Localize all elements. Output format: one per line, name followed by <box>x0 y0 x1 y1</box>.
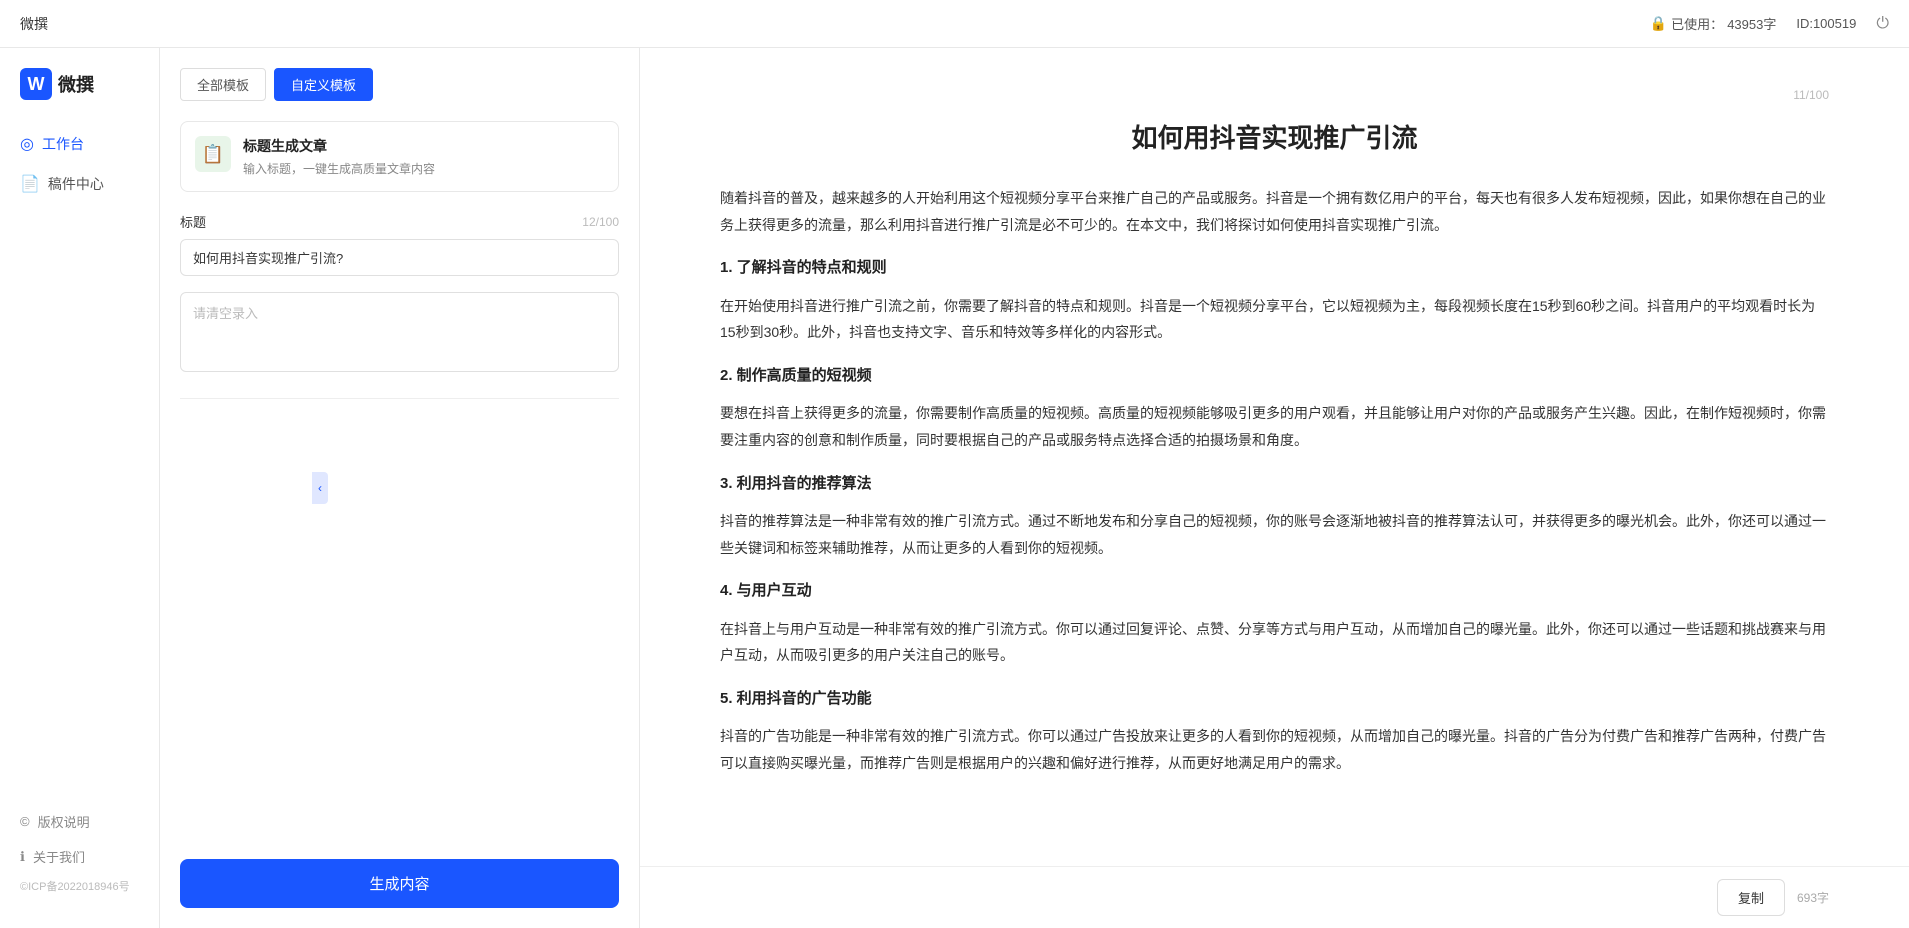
article-paragraph: 抖音的广告功能是一种非常有效的推广引流方式。你可以通过广告投放来让更多的人看到你… <box>720 723 1829 776</box>
field-title-label-row: 标题 12/100 <box>180 212 619 231</box>
field-title-label: 标题 <box>180 212 206 231</box>
sidebar-nav: ◎ 工作台 📄 稿件中心 <box>0 124 159 204</box>
extra-field-placeholder[interactable]: 请清空录入 <box>180 292 619 372</box>
divider <box>180 398 619 399</box>
main-layout: W 微撰 ◎ 工作台 📄 稿件中心 © 版权说明 ℹ <box>0 48 1909 928</box>
article-content: 11/100 如何用抖音实现推广引流 随着抖音的普及，越来越多的人开始利用这个短… <box>640 48 1909 866</box>
topbar-right: 🔒 已使用： 43953字 ID:100519 ⏻ <box>1650 14 1889 33</box>
article-paragraph: 在抖音上与用户互动是一种非常有效的推广引流方式。你可以通过回复评论、点赞、分享等… <box>720 616 1829 669</box>
article-heading: 5. 利用抖音的广告功能 <box>720 685 1829 714</box>
right-panel-footer: 复制 693字 <box>640 866 1909 928</box>
left-panel: 全部模板 自定义模板 📋 标题生成文章 输入标题，一键生成高质量文章内容 标题 … <box>160 48 640 928</box>
about-icon: ℹ <box>20 849 25 865</box>
template-tabs: 全部模板 自定义模板 <box>180 68 619 101</box>
field-title-count: 12/100 <box>582 215 619 229</box>
sidebar-item-drafts-label: 稿件中心 <box>48 174 104 194</box>
sidebar-item-drafts[interactable]: 📄 稿件中心 <box>0 164 159 204</box>
extra-placeholder-text: 请清空录入 <box>193 306 258 321</box>
topbar: 微撰 🔒 已使用： 43953字 ID:100519 ⏻ <box>0 0 1909 48</box>
article-heading: 1. 了解抖音的特点和规则 <box>720 254 1829 283</box>
right-panel: 11/100 如何用抖音实现推广引流 随着抖音的普及，越来越多的人开始利用这个短… <box>640 48 1909 928</box>
sidebar-item-copyright[interactable]: © 版权说明 <box>0 804 159 839</box>
topbar-id: ID:100519 <box>1796 16 1856 31</box>
template-info: 标题生成文章 输入标题，一键生成高质量文章内容 <box>243 136 604 177</box>
generate-button[interactable]: 生成内容 <box>180 859 619 908</box>
copyright-label: 版权说明 <box>38 812 90 831</box>
title-input[interactable] <box>180 239 619 276</box>
article-paragraph: 要想在抖音上获得更多的流量，你需要制作高质量的短视频。高质量的短视频能够吸引更多… <box>720 400 1829 453</box>
power-icon[interactable]: ⏻ <box>1876 15 1889 33</box>
content-area: ‹ 全部模板 自定义模板 📋 标题生成文章 输入标题，一键生成高质量文章内容 标… <box>160 48 1909 928</box>
topbar-usage: 🔒 已使用： 43953字 <box>1650 14 1777 33</box>
sidebar-logo: W 微撰 <box>0 68 159 124</box>
article-title: 如何用抖音实现推广引流 <box>720 118 1829 155</box>
article-paragraph: 在开始使用抖音进行推广引流之前，你需要了解抖音的特点和规则。抖音是一个短视频分享… <box>720 293 1829 346</box>
logo-text: 微撰 <box>58 71 94 97</box>
tab-custom-templates[interactable]: 自定义模板 <box>274 68 373 101</box>
icp-text: ©ICP备2022018946号 <box>0 874 159 898</box>
article-heading: 3. 利用抖音的推荐算法 <box>720 470 1829 499</box>
sidebar: W 微撰 ◎ 工作台 📄 稿件中心 © 版权说明 ℹ <box>0 48 160 928</box>
usage-count: 43953字 <box>1727 14 1776 33</box>
collapse-arrow[interactable]: ‹ <box>312 472 328 504</box>
topbar-title: 微撰 <box>20 14 48 34</box>
template-card[interactable]: 📋 标题生成文章 输入标题，一键生成高质量文章内容 <box>180 121 619 192</box>
article-page-count: 11/100 <box>720 88 1829 102</box>
template-desc: 输入标题，一键生成高质量文章内容 <box>243 160 604 177</box>
drafts-icon: 📄 <box>20 174 40 194</box>
article-heading: 4. 与用户互动 <box>720 577 1829 606</box>
tab-all-templates[interactable]: 全部模板 <box>180 68 266 101</box>
usage-label: 已使用： <box>1671 14 1723 33</box>
logo-icon: W <box>20 68 52 100</box>
copy-button[interactable]: 复制 <box>1717 879 1785 916</box>
sidebar-item-workspace-label: 工作台 <box>42 134 84 154</box>
article-body: 随着抖音的普及，越来越多的人开始利用这个短视频分享平台来推广自己的产品或服务。抖… <box>720 185 1829 777</box>
article-paragraph: 抖音的推荐算法是一种非常有效的推广引流方式。通过不断地发布和分享自己的短视频，你… <box>720 508 1829 561</box>
word-count: 693字 <box>1797 889 1829 906</box>
usage-icon: 🔒 <box>1650 15 1667 32</box>
template-card-icon: 📋 <box>195 136 231 172</box>
about-label: 关于我们 <box>33 847 85 866</box>
workspace-icon: ◎ <box>20 134 34 154</box>
sidebar-item-about[interactable]: ℹ 关于我们 <box>0 839 159 874</box>
sidebar-item-workspace[interactable]: ◎ 工作台 <box>0 124 159 164</box>
sidebar-bottom: © 版权说明 ℹ 关于我们 ©ICP备2022018946号 <box>0 804 159 908</box>
article-paragraph: 随着抖音的普及，越来越多的人开始利用这个短视频分享平台来推广自己的产品或服务。抖… <box>720 185 1829 238</box>
copyright-icon: © <box>20 814 30 829</box>
article-heading: 2. 制作高质量的短视频 <box>720 362 1829 391</box>
template-name: 标题生成文章 <box>243 136 604 156</box>
